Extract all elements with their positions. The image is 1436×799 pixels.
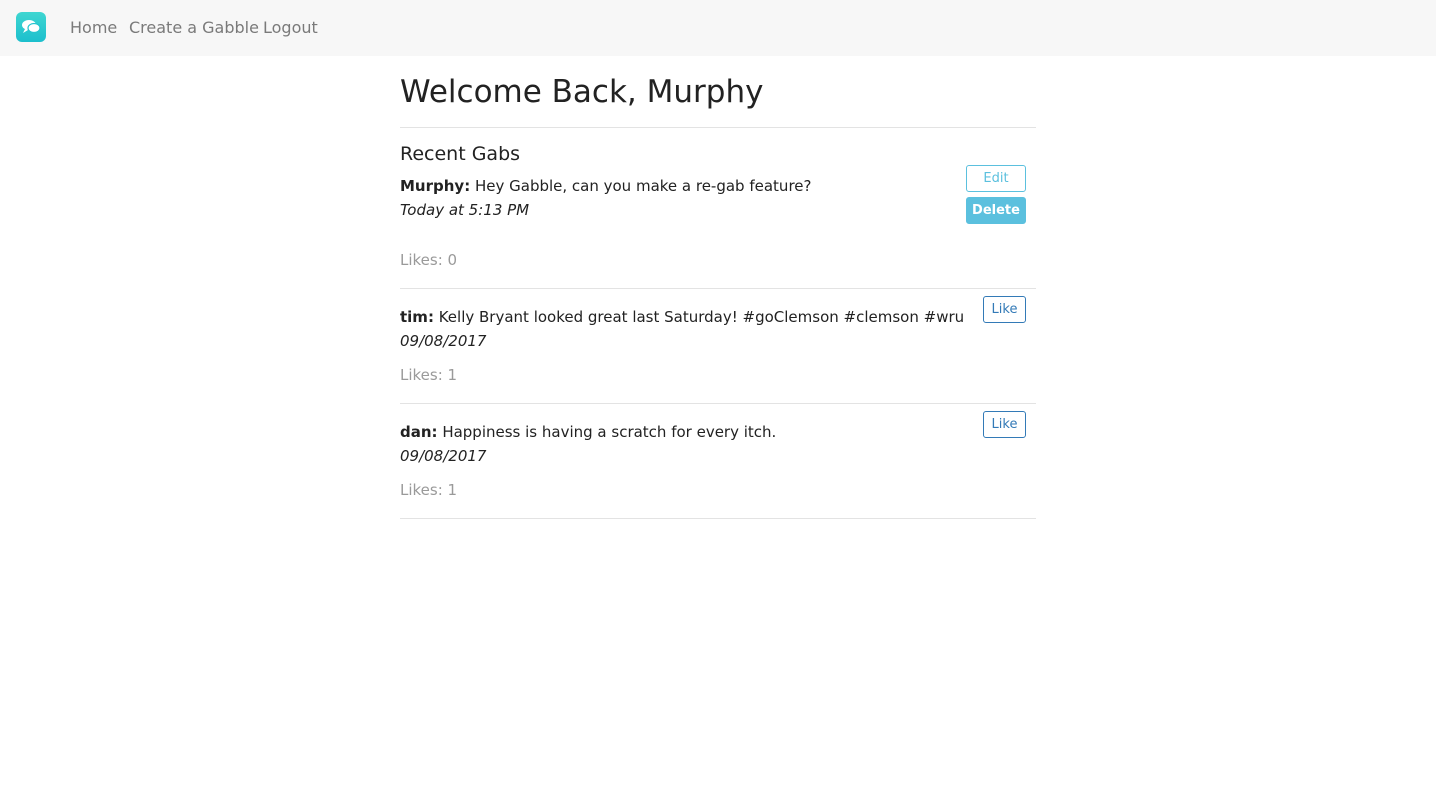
chat-bubbles-icon[interactable]: [16, 12, 46, 42]
nav-link-create-gabble[interactable]: Create a Gabble: [129, 18, 259, 38]
gab-text: Hey Gabble, can you make a re-gab featur…: [470, 177, 812, 195]
gab-date: 09/08/2017: [400, 332, 487, 350]
gab-message: Murphy: Hey Gabble, can you make a re-ga…: [400, 176, 811, 196]
gab-message: dan: Happiness is having a scratch for e…: [400, 422, 776, 442]
gab-text: Kelly Bryant looked great last Saturday!…: [433, 308, 965, 326]
like-button[interactable]: Like: [983, 296, 1026, 323]
gab-message: tim: Kelly Bryant looked great last Satu…: [400, 307, 964, 327]
like-button[interactable]: Like: [983, 411, 1026, 438]
gab-likes: Likes: 1: [400, 366, 458, 384]
section-title: Recent Gabs: [400, 143, 521, 165]
delete-button[interactable]: Delete: [966, 197, 1026, 224]
divider: [400, 518, 1036, 519]
edit-button[interactable]: Edit: [966, 165, 1026, 192]
divider: [400, 288, 1036, 289]
divider: [400, 127, 1036, 128]
nav-link-logout[interactable]: Logout: [263, 18, 318, 38]
gab-date: Today at 5:13 PM: [400, 201, 530, 219]
divider: [400, 403, 1036, 404]
nav-link-home[interactable]: Home: [70, 18, 117, 38]
gab-author: tim:: [400, 308, 434, 326]
gab-likes: Likes: 0: [400, 251, 458, 269]
navbar: Home Create a Gabble Logout: [0, 0, 1436, 56]
gab-author: dan:: [400, 423, 438, 441]
gab-text: Happiness is having a scratch for every …: [437, 423, 777, 441]
gab-likes: Likes: 1: [400, 481, 458, 499]
page-title: Welcome Back, Murphy: [400, 74, 764, 110]
gab-author: Murphy:: [400, 177, 471, 195]
gab-date: 09/08/2017: [400, 447, 487, 465]
